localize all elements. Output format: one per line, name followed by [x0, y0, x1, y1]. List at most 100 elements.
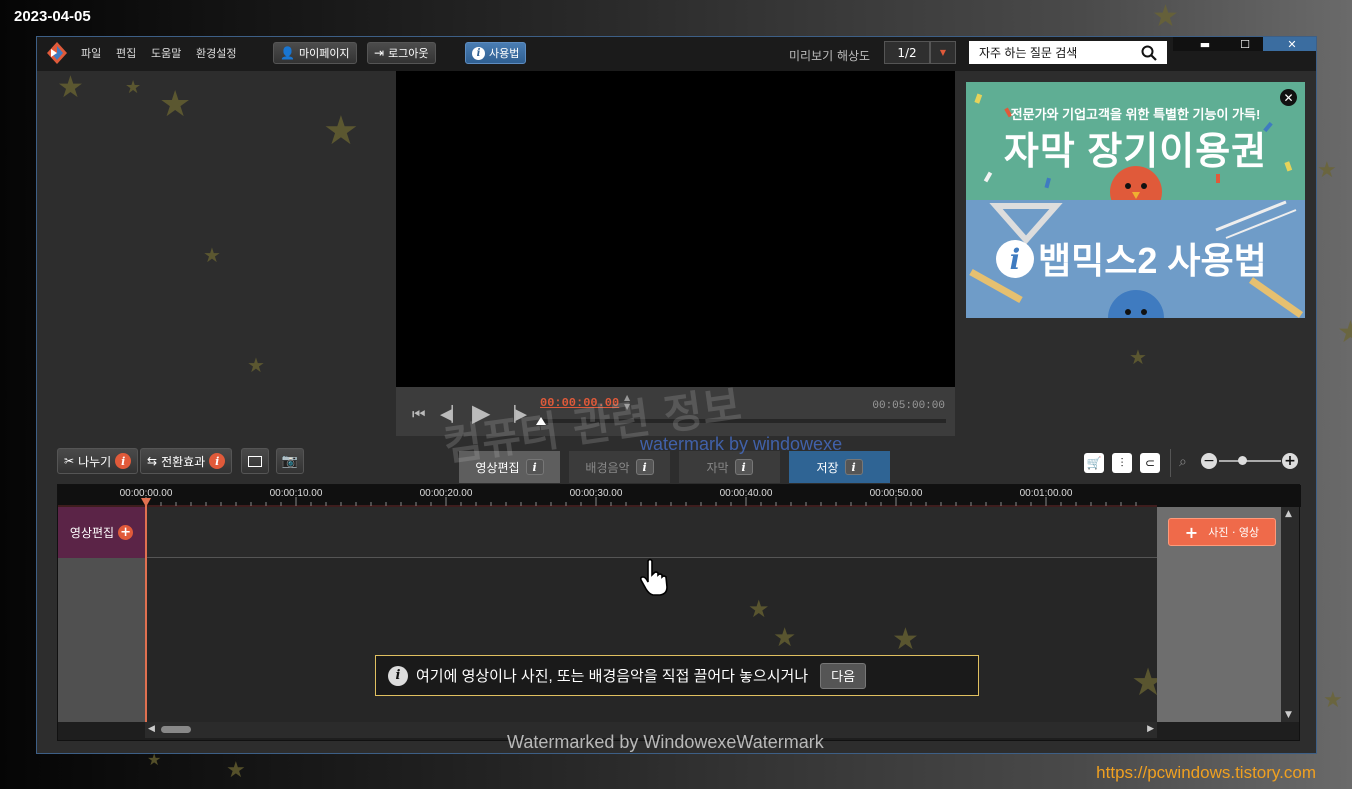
total-duration: 00:05:00:00	[872, 400, 945, 412]
app-window: 파일 편집 도움말 환경설정 👤 마이페이지 ⇥ 로그아웃 i 사용법 미리보기…	[36, 36, 1317, 754]
close-button[interactable]: ✕	[1277, 37, 1307, 51]
tab-save[interactable]: 저장 i	[789, 451, 890, 483]
star-icon: ★	[1152, 0, 1179, 34]
star-icon: ★	[1323, 688, 1343, 713]
scroll-right-icon[interactable]: ▶	[1147, 724, 1154, 734]
playhead[interactable]	[145, 499, 147, 722]
blog-url: https://pcwindows.tistory.com	[1096, 763, 1316, 782]
tab-label: 자막	[706, 460, 729, 475]
hint-text: 여기에 영상이나 사진, 또는 배경음악을 직접 끌어다 놓으시거나	[416, 668, 809, 685]
logout-icon: ⇥	[374, 46, 385, 60]
transition-button[interactable]: ⇆ 전환효과 i	[140, 448, 233, 474]
skip-start-icon[interactable]: ⏮	[412, 405, 426, 423]
star-icon: ★	[773, 623, 797, 653]
timeline: 00:00:00.00 00:00:10.00 00:00:20.00 00:0…	[57, 484, 1301, 741]
cart-icon[interactable]: 🛒	[1084, 453, 1104, 473]
split-button[interactable]: ✂ 나누기 i	[57, 448, 139, 474]
howto-label: 사용법	[489, 47, 520, 60]
info-icon[interactable]: i	[734, 459, 753, 475]
menu-file[interactable]: 파일	[81, 45, 101, 61]
split-label: 나누기	[78, 454, 112, 469]
howto-button[interactable]: i 사용법	[465, 42, 527, 64]
search-icon	[1141, 45, 1157, 61]
video-track[interactable]	[145, 507, 1157, 558]
audio-wave-icon[interactable]: ⫶	[1112, 453, 1132, 473]
plus-icon: +	[1184, 522, 1199, 542]
tab-background-music[interactable]: 배경음악 i	[569, 451, 670, 483]
star-icon: ★	[892, 622, 919, 657]
preview-resolution-label: 미리보기 해상도	[789, 49, 871, 63]
user-icon: 👤	[280, 46, 295, 60]
timeline-ruler[interactable]: 00:00:00.00 00:00:10.00 00:00:20.00 00:0…	[58, 485, 1301, 507]
onboarding-hint: i 여기에 영상이나 사진, 또는 배경음악을 직접 끌어다 놓으시거나 다음	[375, 655, 979, 696]
maximize-button[interactable]: ☐	[1230, 37, 1260, 51]
next-button[interactable]: 다음	[820, 662, 867, 689]
star-icon: ★	[1337, 315, 1352, 350]
minimize-button[interactable]: ▬	[1190, 37, 1220, 51]
transition-icon: ⇆	[147, 454, 158, 468]
zoom-out-icon[interactable]: −	[1201, 453, 1217, 469]
tab-subtitle[interactable]: 자막 i	[679, 451, 780, 483]
star-icon: ★	[57, 70, 84, 105]
info-icon: i	[472, 46, 485, 60]
ad-top-panel: 전문가와 기업고객을 위한 특별한 기능이 가득! 자막 장기이용권	[966, 82, 1305, 200]
track-label-text: 영상편집	[69, 526, 115, 540]
add-frame-button[interactable]	[241, 448, 269, 474]
watermark-blue: watermark by windowexe	[640, 434, 843, 454]
ruler-tick-label: 00:00:30.00	[569, 488, 623, 499]
vertical-scrollbar[interactable]: ▲ ▼	[1281, 507, 1299, 722]
menu-edit[interactable]: 편집	[116, 45, 136, 61]
info-icon: i	[388, 665, 408, 686]
ruler-tick-label: 00:00:10.00	[269, 488, 323, 499]
add-icon[interactable]: +	[118, 525, 134, 540]
ad-bottom-panel: i 뱁믹스2 사용법	[966, 200, 1305, 318]
magnet-icon[interactable]: ⊂	[1140, 453, 1160, 473]
mypage-button[interactable]: 👤 마이페이지	[273, 42, 357, 64]
tab-label: 배경음악	[585, 460, 630, 475]
ad-title-2: 뱁믹스2 사용법	[1038, 240, 1267, 281]
star-icon: ★	[226, 758, 246, 783]
faq-search-input[interactable]	[969, 41, 1131, 64]
camera-icon: 📷	[281, 453, 299, 469]
star-icon: ★	[1317, 158, 1337, 183]
star-icon: ★	[247, 353, 265, 377]
star-icon: ★	[323, 108, 359, 154]
ruler-tick-label: 00:01:00.00	[1019, 488, 1073, 499]
search-button[interactable]	[1131, 41, 1167, 64]
info-icon[interactable]: i	[115, 453, 132, 469]
zoom-in-icon[interactable]: +	[1282, 453, 1298, 469]
zoom-slider-handle[interactable]	[1238, 456, 1247, 465]
ruler-tick-label: 00:00:50.00	[869, 488, 923, 499]
track-label-video: 영상편집 +	[58, 507, 145, 558]
ruler-tick-label: 00:00:40.00	[719, 488, 773, 499]
playhead-handle[interactable]	[141, 498, 151, 507]
video-preview	[396, 71, 955, 387]
scroll-left-icon[interactable]: ◀	[148, 724, 155, 734]
frame-icon	[248, 455, 262, 467]
ruler-tick-label: 00:00:20.00	[419, 488, 473, 499]
hand-cursor-icon	[639, 558, 668, 596]
snapshot-button[interactable]: 📷	[276, 448, 304, 474]
ad-banner[interactable]: 전문가와 기업고객을 위한 특별한 기능이 가득! 자막 장기이용권 i 뱁믹스…	[966, 82, 1305, 318]
date-stamp: 2023-04-05	[14, 8, 91, 25]
zoom-slider[interactable]	[1219, 460, 1281, 462]
info-icon[interactable]: i	[635, 459, 654, 475]
ruler-ticks	[58, 497, 1157, 507]
scroll-up-icon[interactable]: ▲	[1285, 509, 1292, 519]
scroll-down-icon[interactable]: ▼	[1285, 710, 1292, 720]
zoom-icon: ⌕	[1179, 454, 1187, 470]
preview-resolution-select[interactable]: 1/2	[884, 41, 930, 64]
logout-button[interactable]: ⇥ 로그아웃	[367, 42, 436, 64]
menu-help[interactable]: 도움말	[151, 45, 181, 61]
scroll-thumb[interactable]	[161, 726, 191, 733]
star-icon: ★	[203, 243, 221, 267]
add-photo-video-button[interactable]: + 사진 · 영상	[1168, 518, 1276, 546]
chevron-down-icon[interactable]: ▼	[930, 41, 956, 64]
info-icon[interactable]: i	[209, 453, 226, 469]
info-icon[interactable]: i	[844, 459, 863, 475]
menu-settings[interactable]: 환경설정	[196, 45, 236, 61]
star-icon: ★	[748, 595, 770, 623]
add-media-label: 사진 · 영상	[1208, 526, 1260, 539]
close-icon[interactable]: ✕	[1280, 89, 1297, 106]
scissors-icon: ✂	[64, 454, 75, 468]
